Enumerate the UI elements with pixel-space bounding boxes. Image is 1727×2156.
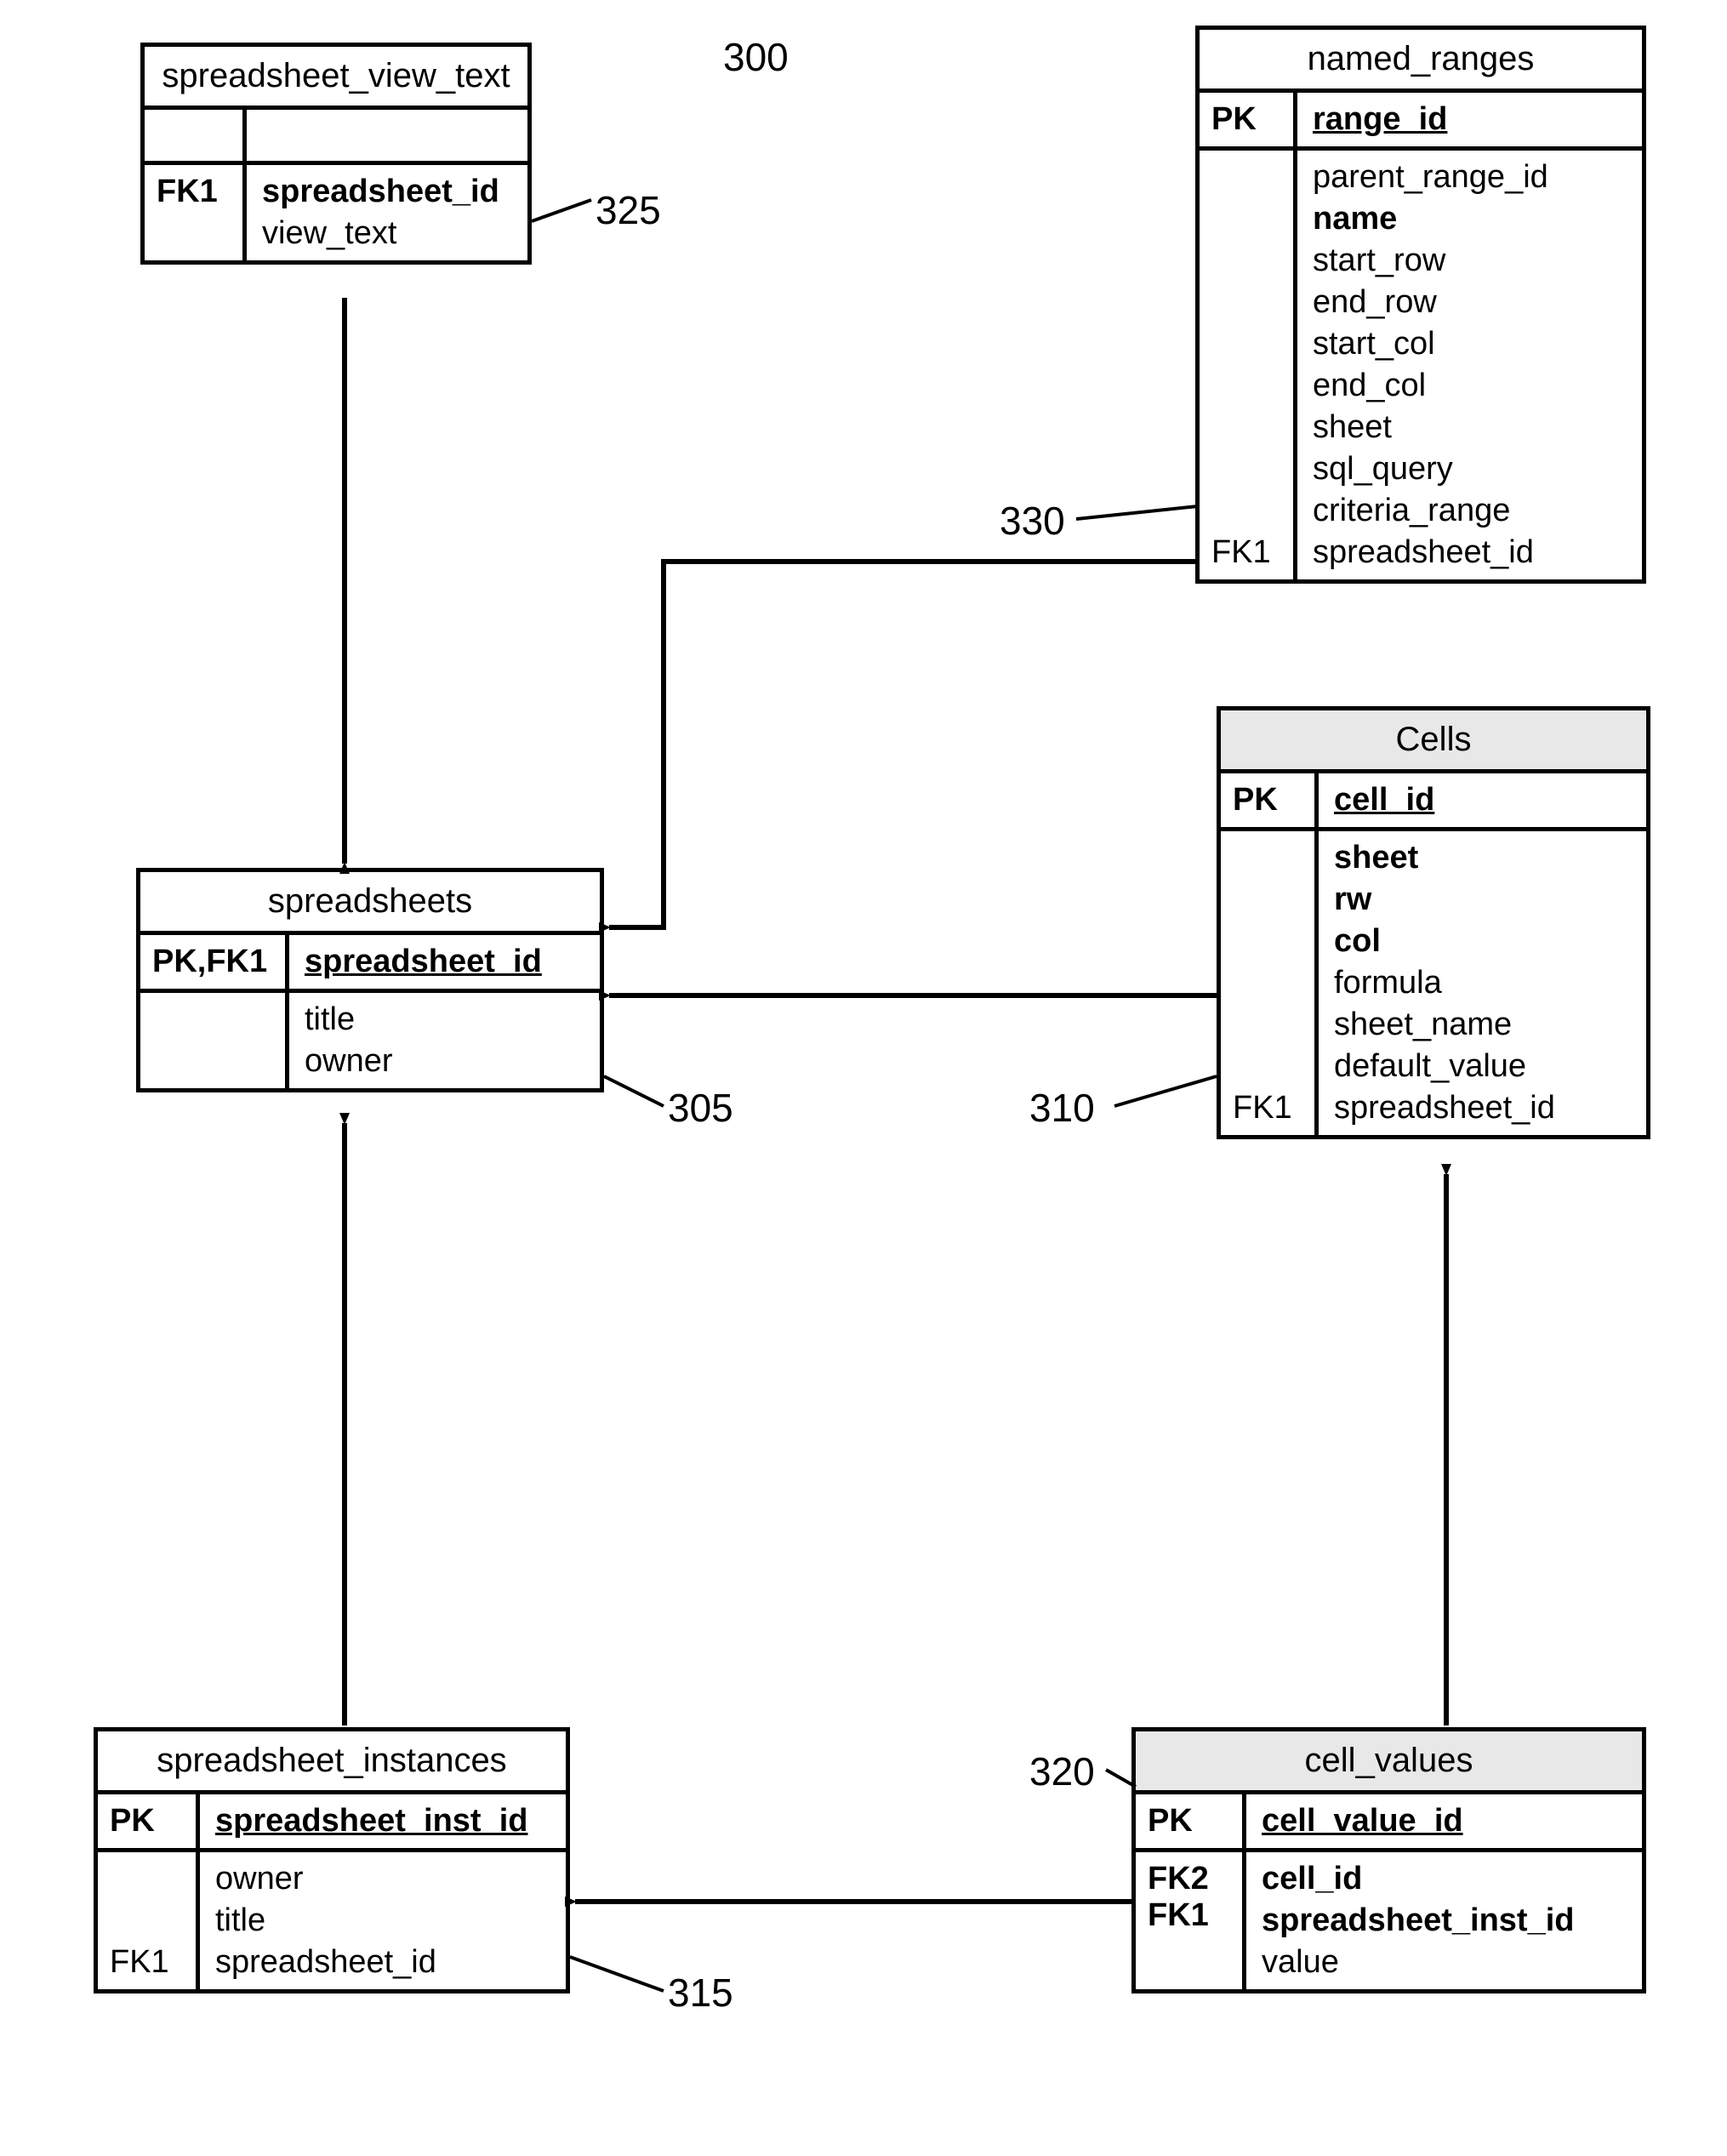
field: name	[1313, 201, 1627, 237]
callout-315: 315	[668, 1970, 733, 2016]
field-col: cell_id	[1319, 773, 1646, 827]
key-label: FK1	[110, 1944, 184, 1981]
field: sql_query	[1313, 451, 1627, 488]
callout-325: 325	[596, 187, 661, 233]
field: parent_range_id	[1313, 159, 1627, 196]
field: formula	[1334, 965, 1631, 1001]
field: end_col	[1313, 368, 1627, 404]
callout-330: 330	[1000, 498, 1065, 544]
field: value	[1262, 1944, 1627, 1981]
entity-spreadsheets: spreadsheets PK,FK1 spreadsheet_id title…	[136, 868, 604, 1092]
field: sheet_name	[1334, 1007, 1631, 1043]
pk-field: range_id	[1313, 101, 1627, 138]
key-label: PK	[110, 1803, 184, 1839]
field-col: spreadsheet_id view_text	[247, 165, 527, 260]
field: spreadsheet_id	[262, 174, 512, 210]
key-label: FK1	[1148, 1897, 1230, 1934]
field: title	[305, 1001, 584, 1038]
entity-title: spreadsheet_instances	[98, 1731, 566, 1794]
key-col: PK,FK1	[140, 935, 289, 989]
entity-spreadsheet-instances: spreadsheet_instances PK spreadsheet_ins…	[94, 1727, 570, 1993]
diagram-number: 300	[723, 34, 789, 80]
entity-cell-values: cell_values PK cell_value_id FK2 FK1 cel…	[1131, 1727, 1646, 1993]
key-label: FK1	[157, 174, 231, 210]
field: owner	[305, 1043, 584, 1080]
key-label: FK1	[1233, 1090, 1302, 1126]
key-col	[140, 993, 289, 1088]
key-col: PK	[98, 1794, 200, 1848]
key-col: FK1	[1200, 151, 1297, 579]
field: spreadsheet_id	[1313, 534, 1627, 571]
entity-spreadsheet-view-text: spreadsheet_view_text FK1 spreadsheet_id…	[140, 43, 532, 265]
field-col: spreadsheet_id	[289, 935, 600, 989]
key-col	[145, 110, 247, 161]
key-label: PK,FK1	[152, 944, 273, 980]
key-col: FK1	[1221, 831, 1319, 1135]
callout-310: 310	[1029, 1085, 1095, 1131]
callout-305: 305	[668, 1085, 733, 1131]
pk-field: cell_id	[1334, 782, 1631, 818]
field: cell_id	[1262, 1861, 1627, 1897]
field: col	[1334, 923, 1631, 960]
field: default_value	[1334, 1048, 1631, 1085]
field-col: range_id	[1297, 93, 1642, 146]
key-col: FK1	[98, 1852, 200, 1989]
field: rw	[1334, 881, 1631, 918]
pk-field: spreadsheet_id	[305, 944, 584, 980]
field-col	[247, 110, 527, 161]
field: view_text	[262, 215, 512, 252]
field-col: owner title spreadsheet_id	[200, 1852, 566, 1989]
key-label: FK2	[1148, 1861, 1230, 1897]
field: criteria_range	[1313, 493, 1627, 529]
field-col: cell_id spreadsheet_inst_id value	[1246, 1852, 1642, 1989]
field: sheet	[1313, 409, 1627, 446]
key-label: FK1	[1211, 534, 1281, 571]
entity-title: spreadsheets	[140, 872, 600, 935]
field-col: title owner	[289, 993, 600, 1088]
entity-title: spreadsheet_view_text	[145, 47, 527, 110]
key-label: PK	[1148, 1803, 1230, 1839]
entity-named-ranges: named_ranges PK range_id FK1 parent_rang…	[1195, 26, 1646, 584]
field: sheet	[1334, 840, 1631, 876]
field-col: cell_value_id	[1246, 1794, 1642, 1848]
field: start_col	[1313, 326, 1627, 362]
key-col: PK	[1136, 1794, 1246, 1848]
field: end_row	[1313, 284, 1627, 321]
key-col: FK1	[145, 165, 247, 260]
field: spreadsheet_inst_id	[1262, 1902, 1627, 1939]
field: spreadsheet_id	[215, 1944, 550, 1981]
field: title	[215, 1902, 550, 1939]
field: owner	[215, 1861, 550, 1897]
key-col: FK2 FK1	[1136, 1852, 1246, 1989]
entity-title: cell_values	[1136, 1731, 1642, 1794]
field-col: spreadsheet_inst_id	[200, 1794, 566, 1848]
key-col: PK	[1200, 93, 1297, 146]
entity-title: Cells	[1221, 710, 1646, 773]
key-label	[1148, 1934, 1230, 1971]
field-col: parent_range_id name start_row end_row s…	[1297, 151, 1642, 579]
er-diagram: 300 spreadsheet_view_text FK1 spreadshee…	[0, 0, 1727, 2156]
field-col: sheet rw col formula sheet_name default_…	[1319, 831, 1646, 1135]
entity-title: named_ranges	[1200, 30, 1642, 93]
key-label: PK	[1233, 782, 1302, 818]
field: spreadsheet_id	[1334, 1090, 1631, 1126]
pk-field: cell_value_id	[1262, 1803, 1627, 1839]
callout-320: 320	[1029, 1748, 1095, 1794]
pk-field: spreadsheet_inst_id	[215, 1803, 550, 1839]
entity-cells: Cells PK cell_id FK1 sheet rw col formul…	[1217, 706, 1650, 1139]
field: start_row	[1313, 242, 1627, 279]
key-col: PK	[1221, 773, 1319, 827]
key-label: PK	[1211, 101, 1281, 138]
